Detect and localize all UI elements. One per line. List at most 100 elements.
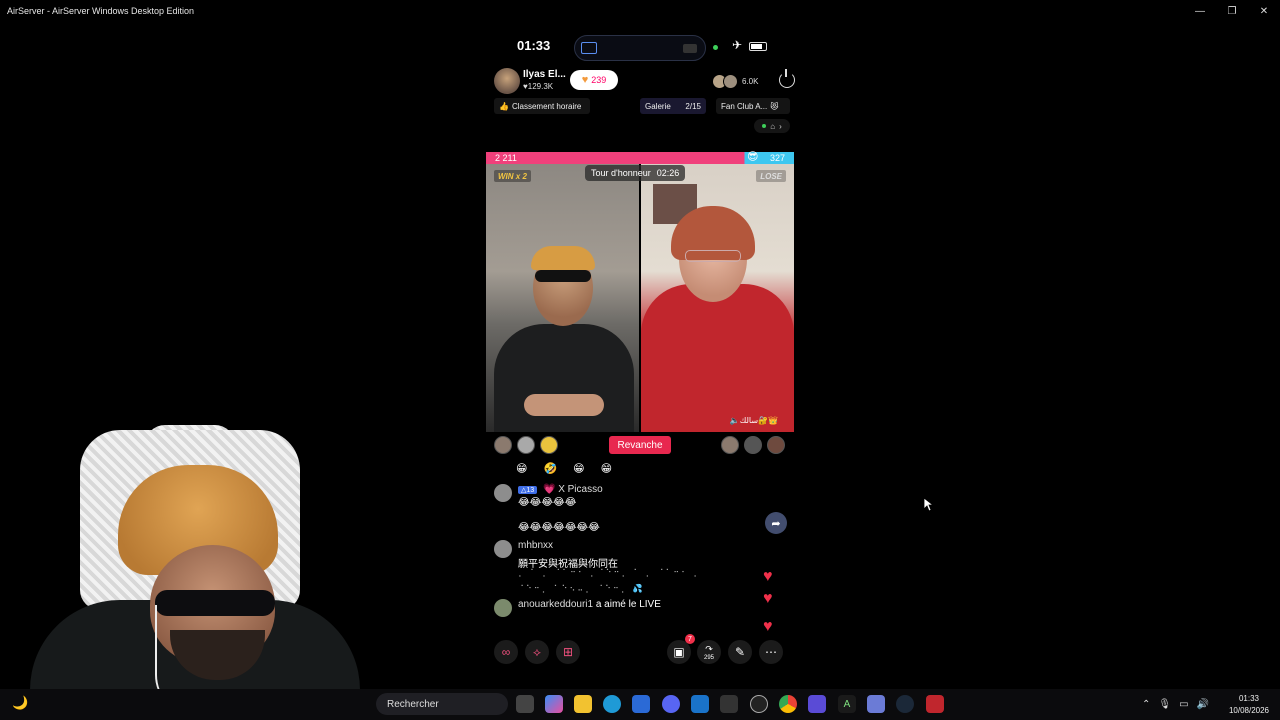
chat-username[interactable]: anouarkeddouri1	[518, 599, 593, 610]
voice-app-icon[interactable]	[926, 695, 944, 713]
versus-icon[interactable]: ⟡	[525, 640, 549, 664]
opponent-gifter-avatar[interactable]	[767, 436, 785, 454]
gallery-chip[interactable]: Galerie 2/15	[640, 98, 706, 114]
more-icon[interactable]: ⋯	[759, 640, 783, 664]
store-icon[interactable]	[632, 695, 650, 713]
battle-action-row: Revanche	[494, 436, 786, 456]
edge-icon[interactable]	[603, 695, 621, 713]
level-badge: △13	[518, 486, 538, 494]
hourly-ranking-label: Classement horaire	[511, 101, 582, 111]
viewer-list[interactable]: 6.0K	[712, 72, 758, 90]
system-tray: ⌃ 🎙 ▭ 🔊	[1142, 695, 1209, 713]
streamer-webcam	[0, 425, 380, 720]
copilot-icon[interactable]	[545, 695, 563, 713]
fanclub-icon: 😻	[770, 101, 779, 111]
heart-icon: ♥	[763, 590, 773, 607]
fanclub-label: Fan Club A...	[721, 101, 768, 111]
live-dot-icon	[762, 124, 767, 128]
taskbar-search-input[interactable]: Rechercher	[376, 693, 508, 715]
fanclub-chip[interactable]: Fan Club A... 😻	[716, 98, 790, 114]
maximize-button[interactable]: ❐	[1216, 0, 1248, 22]
steam-icon[interactable]	[896, 695, 914, 713]
sunglasses	[535, 270, 591, 282]
chat-app-icon[interactable]	[867, 695, 885, 713]
outlook-icon[interactable]	[691, 695, 709, 713]
chat-text: 😂😂😂😂😂	[518, 497, 577, 508]
win-badge: WIN x 2	[494, 170, 531, 182]
game-controller-icon[interactable]	[808, 695, 826, 713]
bottom-toolbar: ∞ ⟡ ⊞ ▣ 7 ↷ 295 ✎ ⋯	[494, 634, 790, 666]
revanche-button[interactable]: Revanche	[609, 436, 671, 454]
windows-taskbar: 🌙 Rechercher A ⌃ 🎙 ▭ 🔊 01:33 10/08/2026	[0, 689, 1280, 720]
obs-icon[interactable]	[750, 695, 768, 713]
window-controls: — ❐ ✕	[1184, 0, 1280, 22]
microphone-icon[interactable]: 🎙	[1158, 699, 1171, 710]
network-icon[interactable]: ▭	[1179, 699, 1188, 710]
glasses	[685, 250, 741, 262]
chevron-up-icon[interactable]: ⌃	[1142, 699, 1150, 710]
live-indicator[interactable]: ⌂ ›	[754, 119, 790, 133]
volume-icon[interactable]: 🔊	[1197, 699, 1209, 710]
chrome-icon[interactable]	[779, 695, 797, 713]
share-arrow-icon[interactable]: ↷ 295	[697, 640, 721, 664]
host-likes: ♥129.3K	[523, 82, 554, 91]
power-icon[interactable]	[779, 69, 795, 88]
dynamic-island	[574, 35, 706, 61]
host-row: Ilyas El... ♥129.3K ♥ 239 6.0K	[494, 68, 795, 94]
camera-indicator-icon	[713, 45, 718, 50]
heart-icon: ♥	[763, 568, 773, 585]
taskbar-date: 10/08/2026	[1228, 706, 1270, 715]
person-hair	[531, 246, 595, 270]
minimize-button[interactable]: —	[1184, 0, 1216, 22]
taskbar-clock[interactable]: 01:33 10/08/2026	[1222, 693, 1276, 717]
close-button[interactable]: ✕	[1248, 0, 1280, 22]
opponent-gifter-avatar[interactable]	[721, 436, 739, 454]
app-icon[interactable]: A	[838, 695, 856, 713]
honor-label: Tour d'honneur	[591, 168, 651, 178]
person-body	[641, 284, 794, 432]
viewer-avatar	[723, 73, 738, 89]
airplane-mode-icon: ✈	[732, 38, 743, 52]
airserver-icon[interactable]	[720, 695, 738, 713]
follow-button[interactable]: ♥ 239	[570, 70, 618, 90]
weather-moon-icon[interactable]: 🌙	[12, 695, 28, 711]
airplay-indicator-icon	[683, 44, 697, 53]
comment-icon[interactable]: ▣ 7	[667, 634, 695, 664]
host-avatar[interactable]	[494, 68, 520, 94]
chat-username[interactable]: mhbnxx	[518, 540, 553, 551]
magic-wand-icon[interactable]: ✎	[728, 640, 752, 664]
chat-avatar[interactable]	[494, 599, 512, 617]
discord-icon[interactable]	[662, 695, 680, 713]
battle-scorebar: 2 211 😎 327	[486, 151, 794, 164]
top-gifter-avatar[interactable]	[517, 436, 535, 454]
chat-ascii-art: ⡀ ⠁ ⡀ ⠈⠁⠒⠂ ⡀⠈⠑⠒⡀ ⠁ ⡀ ⠈⠁⠒⠂ ⡀	[518, 568, 702, 577]
phone-statusbar: 01:33 ✈	[486, 32, 794, 61]
opponent-gifter-avatar[interactable]	[744, 436, 762, 454]
phone-mirror: 01:33 ✈ Ilyas El... ♥129.3K ♥ 239 6.0K 👍…	[486, 28, 795, 688]
file-explorer-icon[interactable]	[574, 695, 592, 713]
battery-icon	[749, 42, 767, 51]
window-titlebar: AirServer - AirServer Windows Desktop Ed…	[0, 0, 1280, 22]
chat-text: 😂😂😂😂😂😂😂	[518, 522, 600, 533]
window-title: AirServer - AirServer Windows Desktop Ed…	[7, 6, 195, 16]
gallery-label: Galerie	[645, 101, 671, 111]
task-view-icon[interactable]	[516, 695, 534, 713]
score-left: 2 211	[495, 153, 517, 163]
share-count: 295	[703, 654, 714, 661]
mvp-avatar[interactable]	[540, 436, 558, 454]
chat-avatar[interactable]	[494, 484, 512, 502]
hourly-ranking-chip[interactable]: 👍 Classement horaire	[494, 98, 590, 114]
chat-username[interactable]: X Picasso	[558, 484, 602, 495]
thumb-icon: 👍	[499, 101, 509, 111]
link-icon[interactable]: ∞	[494, 640, 518, 664]
chat-avatar[interactable]	[494, 540, 512, 558]
honor-round-badge: Tour d'honneur 02:26	[585, 165, 686, 181]
apps-icon[interactable]: ⊞	[556, 640, 580, 664]
host-name[interactable]: Ilyas El...	[523, 69, 566, 80]
honor-timer: 02:26	[656, 168, 680, 178]
taskbar-time: 01:33	[1238, 694, 1260, 703]
heart-badge-icon: 💗	[542, 484, 556, 495]
person-hands	[524, 394, 604, 416]
chat-ascii-art: ⠈⠑⠒⡀ ⠁⠑⠢⠤⡀ ⠈⠑⠒⡀ 💦	[518, 584, 645, 593]
top-gifter-avatar[interactable]	[494, 436, 512, 454]
